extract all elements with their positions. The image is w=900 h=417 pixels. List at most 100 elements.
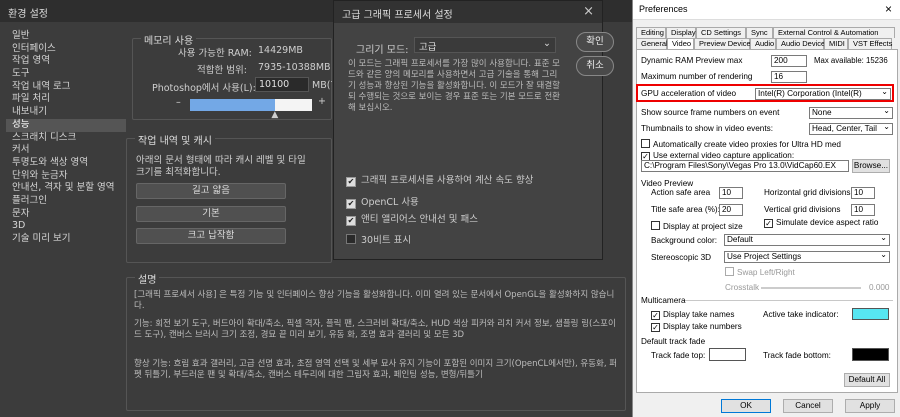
memory-plus-icon[interactable]: + bbox=[318, 96, 326, 107]
tab-midi[interactable]: MIDI bbox=[824, 38, 848, 49]
sidebar-item-cursors[interactable]: 커서 bbox=[6, 144, 126, 157]
30bit-display-label: 30비트 표시 bbox=[361, 235, 412, 246]
check-icon: ✓ bbox=[764, 219, 773, 228]
hgrid-input[interactable]: 10 bbox=[851, 187, 875, 199]
check-icon: ✓ bbox=[651, 311, 660, 320]
memory-slider-track[interactable] bbox=[190, 99, 312, 111]
sidebar-item-performance[interactable]: 성능 bbox=[6, 118, 126, 132]
sidebar-item-scratch-disks[interactable]: 스크래치 디스크 bbox=[6, 132, 126, 145]
tab-preview-device[interactable]: Preview Device bbox=[694, 38, 751, 49]
max-rendering-label: Maximum number of rendering bbox=[641, 72, 753, 81]
sidebar-item-history-log[interactable]: 작업 내역 로그 bbox=[6, 81, 126, 94]
display-take-names-checkbox[interactable]: ✓ Display take names bbox=[651, 310, 734, 320]
simulate-aspect-checkbox[interactable]: ✓ Simulate device aspect ratio bbox=[764, 218, 878, 228]
auto-proxies-checkbox[interactable]: Automatically create video proxies for U… bbox=[641, 139, 841, 149]
antialias-guides-checkbox[interactable]: ✔ 앤티 앨리어스 안내선 및 패스 bbox=[346, 211, 478, 226]
simulate-aspect-label: Simulate device aspect ratio bbox=[776, 218, 879, 227]
sidebar-item-type[interactable]: 문자 bbox=[6, 208, 126, 221]
gpu-acceleration-select[interactable]: Intel(R) Corporation (Intel(R) bbox=[755, 88, 891, 100]
use-gpu-compute-checkbox[interactable]: ✔ 그래픽 프로세서를 사용하여 계산 속도 향상 bbox=[346, 172, 533, 187]
show-frame-numbers-select[interactable]: None bbox=[809, 107, 893, 119]
ideal-range-value: 7935-10388MB bbox=[258, 62, 331, 73]
memory-minus-icon[interactable]: – bbox=[176, 97, 181, 108]
sidebar-item-workspace[interactable]: 작업 영역 bbox=[6, 55, 126, 68]
thumbnails-select[interactable]: Head, Center, Tail bbox=[809, 123, 893, 135]
check-icon: ✔ bbox=[346, 177, 356, 187]
action-safe-input[interactable]: 10 bbox=[719, 187, 743, 199]
stereoscopic-label: Stereoscopic 3D bbox=[651, 253, 712, 262]
photoshop-use-label: Photoshop에서 사용(L): bbox=[152, 83, 256, 94]
active-take-label: Active take indicator: bbox=[763, 310, 839, 319]
sidebar-item-3d[interactable]: 3D bbox=[6, 220, 126, 233]
unchecked-box-icon bbox=[346, 234, 356, 244]
active-take-color-swatch[interactable] bbox=[852, 308, 889, 320]
tall-thin-button[interactable]: 길고 얇음 bbox=[136, 183, 286, 199]
memory-use-input[interactable]: 10100 bbox=[255, 77, 309, 92]
pref-cancel-button[interactable]: Cancel bbox=[783, 399, 833, 413]
sidebar-item-plugins[interactable]: 플러그인 bbox=[6, 195, 126, 208]
pref-ok-button[interactable]: OK bbox=[721, 399, 771, 413]
default-button[interactable]: 기본 bbox=[136, 206, 286, 222]
tab-cd-settings[interactable]: CD Settings bbox=[696, 27, 746, 38]
browse-button[interactable]: Browse... bbox=[852, 159, 890, 173]
tab-video[interactable]: Video bbox=[667, 38, 694, 49]
ps-sidebar: 일반 인터페이스 작업 영역 도구 작업 내역 로그 파일 처리 내보내기 성능… bbox=[6, 30, 126, 246]
max-rendering-input[interactable]: 16 bbox=[771, 71, 807, 83]
tab-vst-effects[interactable]: VST Effects bbox=[848, 38, 892, 49]
sidebar-item-units[interactable]: 단위와 눈금자 bbox=[6, 170, 126, 183]
unchecked-box-icon bbox=[651, 221, 660, 230]
vgrid-input[interactable]: 10 bbox=[851, 204, 875, 216]
capture-path-input[interactable]: C:\Program Files\Sony\Vegas Pro 13.0\Vid… bbox=[641, 160, 849, 172]
display-take-names-label: Display take names bbox=[663, 310, 735, 319]
sidebar-item-transparency[interactable]: 투명도와 색상 영역 bbox=[6, 157, 126, 170]
description-title: 설명 bbox=[135, 271, 160, 286]
title-safe-input[interactable]: 20 bbox=[719, 204, 743, 216]
track-fade-bottom-swatch[interactable] bbox=[852, 348, 889, 361]
multicamera-title: Multicamera bbox=[641, 296, 686, 305]
antialias-guides-label: 앤티 앨리어스 안내선 및 패스 bbox=[361, 214, 478, 225]
track-fade-top-label: Track fade top: bbox=[651, 351, 706, 360]
stereoscopic-select[interactable]: Use Project Settings bbox=[724, 251, 890, 263]
track-fade-top-swatch[interactable] bbox=[709, 348, 746, 361]
use-opencl-label: OpenCL 사용 bbox=[361, 197, 419, 208]
pref-close-icon[interactable]: × bbox=[885, 2, 892, 16]
unchecked-box-icon bbox=[725, 267, 734, 276]
sidebar-item-tools[interactable]: 도구 bbox=[6, 68, 126, 81]
crosstalk-slider-track[interactable] bbox=[761, 287, 861, 289]
memory-slider-thumb-icon[interactable]: ▲ bbox=[271, 110, 278, 120]
tab-display[interactable]: Display bbox=[666, 27, 696, 38]
gpu-acceleration-label: GPU acceleration of video bbox=[641, 89, 737, 98]
tab-general[interactable]: General bbox=[636, 38, 668, 49]
available-ram-label: 사용 가능한 RAM: bbox=[178, 48, 252, 59]
display-take-numbers-checkbox[interactable]: ✓ Display take numbers bbox=[651, 322, 742, 332]
ok-button[interactable]: 확인 bbox=[576, 32, 614, 52]
tab-audio[interactable]: Audio bbox=[750, 38, 776, 49]
drawing-mode-description: 이 모드는 그래픽 프로세서를 가장 많이 사용합니다. 표준 모드와 같은 양… bbox=[348, 59, 560, 113]
gpu-close-icon[interactable]: × bbox=[583, 4, 594, 19]
sidebar-item-guides[interactable]: 안내선, 격자 및 분할 영역 bbox=[6, 182, 126, 195]
sidebar-item-interface[interactable]: 인터페이스 bbox=[6, 43, 126, 56]
pref-apply-button[interactable]: Apply bbox=[845, 399, 895, 413]
sidebar-item-tech-preview[interactable]: 기술 미리 보기 bbox=[6, 233, 126, 246]
vgrid-label: Vertical grid divisions bbox=[764, 205, 841, 214]
display-project-size-checkbox[interactable]: Display at project size bbox=[651, 221, 743, 231]
tab-editing[interactable]: Editing bbox=[636, 27, 666, 38]
dynamic-ram-input[interactable]: 200 bbox=[771, 55, 807, 67]
big-flat-button[interactable]: 크고 납작함 bbox=[136, 228, 286, 244]
background-color-select[interactable]: Default bbox=[724, 234, 890, 246]
swap-left-right-checkbox[interactable]: Swap Left/Right bbox=[725, 267, 795, 277]
30bit-display-checkbox[interactable]: 30비트 표시 bbox=[346, 232, 411, 246]
tab-audio-device[interactable]: Audio Device bbox=[776, 38, 825, 49]
tab-external-control[interactable]: External Control & Automation bbox=[773, 27, 895, 38]
default-all-button[interactable]: Default All bbox=[844, 373, 890, 387]
tab-sync[interactable]: Sync bbox=[746, 27, 773, 38]
use-opencl-checkbox[interactable]: ✔ OpenCL 사용 bbox=[346, 194, 419, 209]
cancel-button[interactable]: 취소 bbox=[576, 56, 614, 76]
sidebar-item-general[interactable]: 일반 bbox=[6, 30, 126, 43]
show-frame-numbers-label: Show source frame numbers on event bbox=[641, 108, 780, 117]
drawing-mode-select[interactable]: 고급 ⌄ bbox=[414, 37, 556, 53]
sidebar-item-file-handling[interactable]: 파일 처리 bbox=[6, 93, 126, 106]
sidebar-item-export[interactable]: 내보내기 bbox=[6, 106, 126, 119]
vegas-preferences-window: Preferences × Editing Display CD Setting… bbox=[632, 0, 900, 417]
max-available-label: Max available: 15236 bbox=[814, 56, 888, 65]
